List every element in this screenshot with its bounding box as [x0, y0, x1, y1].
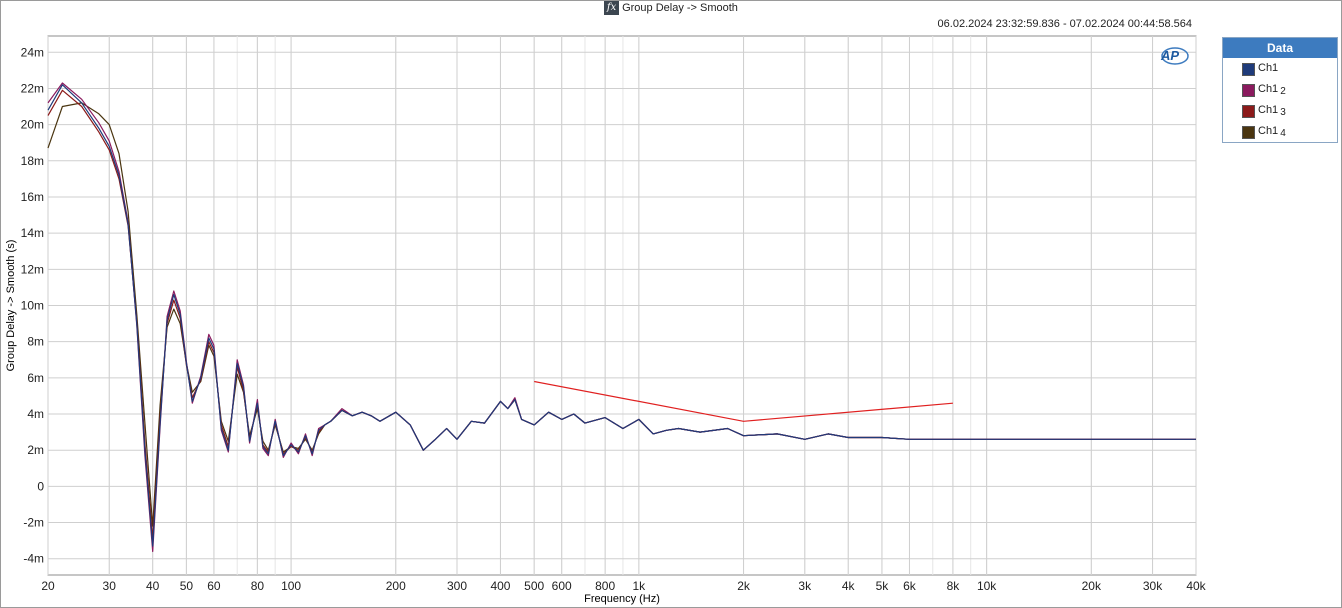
legend-header: Data: [1223, 38, 1337, 58]
x-tick-label: 500: [524, 579, 544, 593]
x-axis-label: Frequency (Hz): [584, 593, 660, 605]
x-tick-label: 3k: [798, 579, 812, 593]
y-tick-label: 0: [37, 479, 44, 493]
y-tick-label: 10m: [21, 299, 44, 313]
x-tick-label: 10k: [977, 579, 997, 593]
legend-item-ch1[interactable]: Ch1: [1223, 58, 1337, 79]
ap-logo-text: AP: [1160, 48, 1179, 63]
x-tick-label: 100: [281, 579, 301, 593]
x-tick-label: 5k: [876, 579, 890, 593]
x-tick-label: 200: [386, 579, 406, 593]
y-axis-label: Group Delay -> Smooth (s): [5, 240, 17, 372]
x-tick-label: 8k: [947, 579, 961, 593]
x-tick-label: 60: [207, 579, 221, 593]
legend-swatch: [1242, 84, 1255, 97]
x-tick-label: 600: [552, 579, 572, 593]
x-tick-label: 6k: [903, 579, 917, 593]
x-tick-label: 1k: [633, 579, 647, 593]
y-tick-label: -2m: [23, 516, 44, 530]
x-tick-label: 80: [251, 579, 265, 593]
x-tick-label: 800: [595, 579, 615, 593]
x-tick-label: 300: [447, 579, 467, 593]
x-tick-label: 4k: [842, 579, 856, 593]
y-tick-label: 8m: [27, 335, 44, 349]
legend-label: Ch1: [1258, 125, 1279, 137]
y-tick-label: 22m: [21, 81, 44, 95]
legend-swatch: [1242, 105, 1255, 118]
legend-label: Ch1: [1258, 83, 1279, 95]
x-tick-label: 20: [41, 579, 55, 593]
y-tick-labels: 24m 22m 20m 18m 16m 14m 12m 10m 8m 6m 4m 2m 0 -2m -4m: [21, 45, 45, 565]
x-tick-label: 50: [180, 579, 194, 593]
legend-index: 4: [1280, 128, 1286, 139]
legend-item-ch1-2[interactable]: Ch1 2: [1223, 79, 1337, 100]
legend-swatch: [1242, 63, 1255, 76]
x-tick-label: 40: [146, 579, 160, 593]
y-tick-label: 6m: [27, 371, 44, 385]
y-tick-label: 24m: [21, 45, 44, 59]
legend-panel[interactable]: Data Ch1 Ch1 2 Ch1 3 Ch1 4: [1222, 37, 1338, 143]
x-tick-label: 30k: [1143, 579, 1163, 593]
legend-label: Ch1: [1258, 104, 1279, 116]
legend-index: 3: [1280, 107, 1286, 118]
legend-label: Ch1: [1258, 62, 1279, 74]
y-tick-label: 18m: [21, 154, 44, 168]
y-tick-label: 2m: [27, 443, 44, 457]
ap-logo-icon: AP: [1160, 47, 1189, 65]
x-tick-label: 30: [103, 579, 117, 593]
y-tick-label: 4m: [27, 407, 44, 421]
legend-item-ch1-4[interactable]: Ch1 4: [1223, 121, 1337, 142]
chart-plot[interactable]: 20 30 40 50 60 80 100 200 300 400 500 600 800 1k 2k 3k 4…: [0, 0, 1342, 608]
y-tick-label: 20m: [21, 118, 44, 132]
x-tick-label: 20k: [1082, 579, 1102, 593]
x-tick-label: 400: [490, 579, 510, 593]
legend-index: 2: [1280, 86, 1286, 97]
x-tick-label: 2k: [737, 579, 751, 593]
y-tick-label: -4m: [23, 552, 44, 566]
x-tick-label: 40k: [1186, 579, 1206, 593]
legend-item-ch1-3[interactable]: Ch1 3: [1223, 100, 1337, 121]
y-tick-label: 14m: [21, 226, 44, 240]
y-tick-label: 12m: [21, 262, 44, 276]
x-tick-labels: 20 30 40 50 60 80 100 200 300 400 500 600 800 1k 2k 3k 4…: [41, 579, 1206, 593]
legend-swatch: [1242, 126, 1255, 139]
y-tick-label: 16m: [21, 190, 44, 204]
